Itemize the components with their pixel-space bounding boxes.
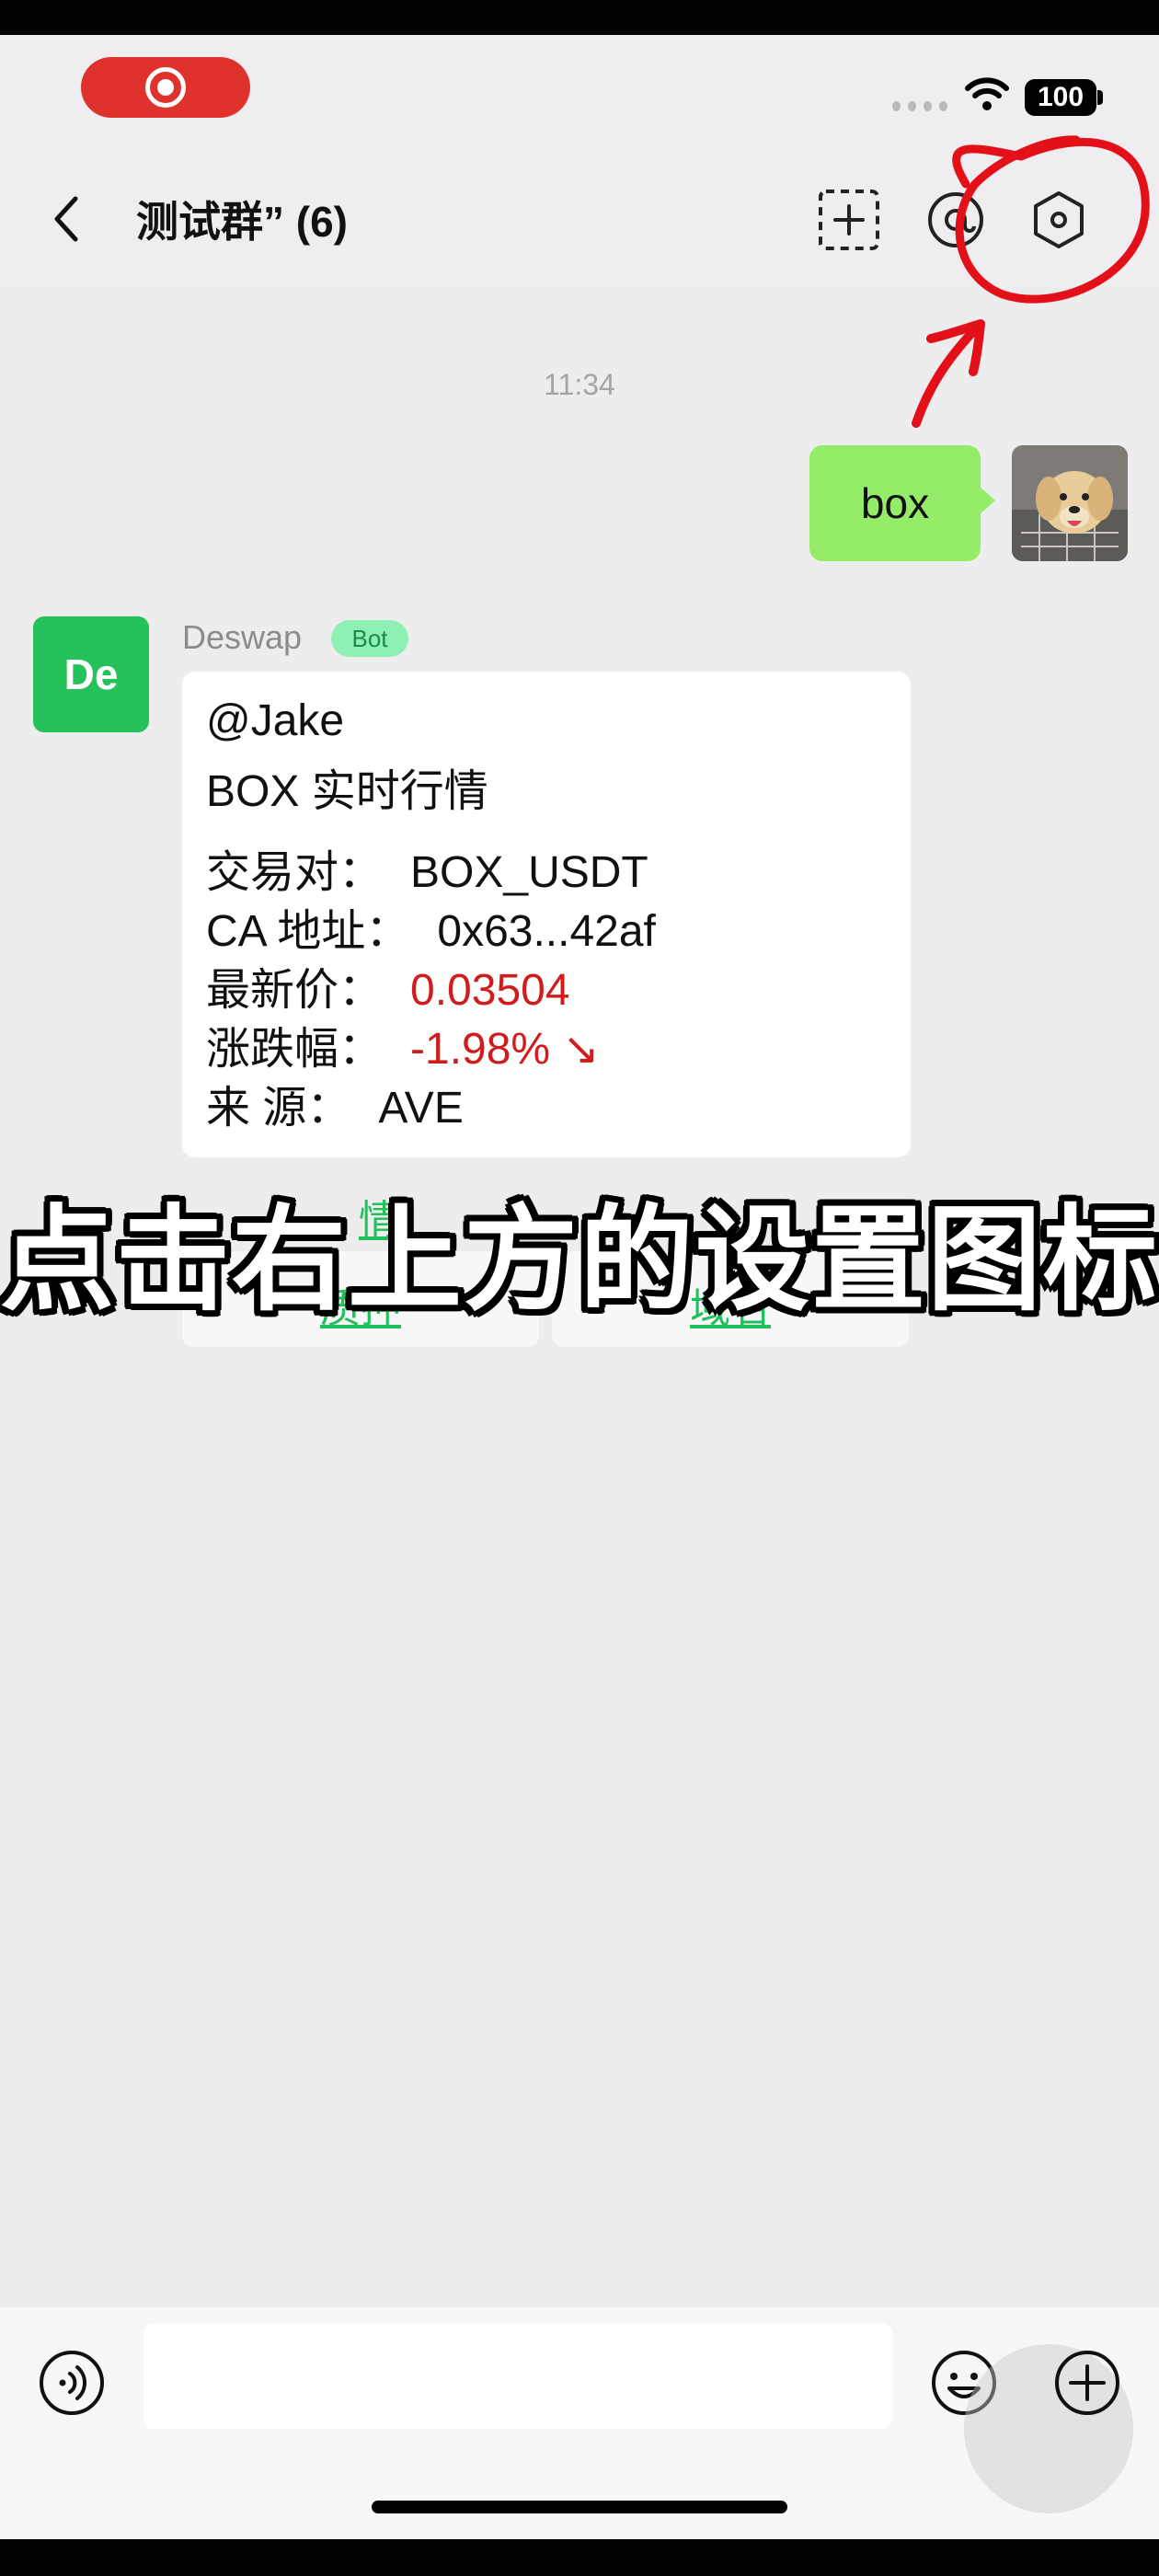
home-indicator[interactable] (372, 2501, 787, 2513)
row-label: 最新价： (206, 966, 384, 1015)
call-icon[interactable] (925, 190, 986, 250)
record-icon (145, 67, 186, 108)
back-icon[interactable] (48, 193, 85, 245)
row-value: -1.98% ↘ (410, 1025, 600, 1074)
outgoing-message-bubble[interactable]: box (809, 445, 981, 561)
row-label: 涨跌幅： (206, 1025, 384, 1074)
voice-icon[interactable] (37, 2348, 107, 2418)
card-row: 交易对： BOX_USDT (206, 835, 648, 900)
settings-icon[interactable] (1028, 190, 1089, 250)
cellular-signal-icon (892, 101, 947, 114)
add-member-icon[interactable] (817, 188, 881, 252)
top-black-bar (0, 0, 1159, 35)
row-label: CA 地址： (206, 907, 410, 956)
row-value: 0.03504 (410, 966, 570, 1015)
bot-avatar[interactable]: De (33, 616, 149, 732)
row-value: 0x63...42af (437, 907, 656, 956)
card-row: CA 地址： 0x63...42af (206, 894, 656, 959)
card-row: 最新价： 0.03504 (206, 953, 570, 1018)
wifi-icon (965, 77, 1009, 110)
card-heading: BOX 实时行情 (206, 767, 488, 816)
battery-indicator: 100 (1025, 79, 1096, 116)
card-mention: @Jake (206, 696, 345, 745)
screen-recording-indicator[interactable] (81, 57, 250, 118)
card-row: 来 源： AVE (206, 1071, 464, 1135)
bubble-tail (979, 486, 995, 515)
sender-name: Deswap (182, 618, 303, 656)
row-value: BOX_USDT (410, 848, 648, 897)
video-caption: 点击右上方的设置图标 (0, 1197, 1159, 1324)
row-label: 来 源： (206, 1084, 351, 1133)
row-value: AVE (378, 1084, 464, 1133)
bottom-black-bar (0, 2539, 1159, 2576)
market-info-card[interactable]: @Jake BOX 实时行情 交易对： BOX_USDT CA 地址： 0x63..… (182, 672, 911, 1157)
row-label: 交易对： (206, 848, 384, 897)
message-input[interactable] (143, 2324, 892, 2429)
plus-icon[interactable] (1052, 2348, 1122, 2418)
user-avatar[interactable] (1012, 445, 1128, 561)
bot-badge: Bot (331, 620, 408, 657)
card-row: 涨跌幅： -1.98% ↘ (206, 1012, 600, 1076)
battery-tip (1097, 90, 1103, 105)
message-timestamp: 11:34 (544, 368, 615, 401)
chat-title: 测试群” (6) (136, 198, 348, 246)
